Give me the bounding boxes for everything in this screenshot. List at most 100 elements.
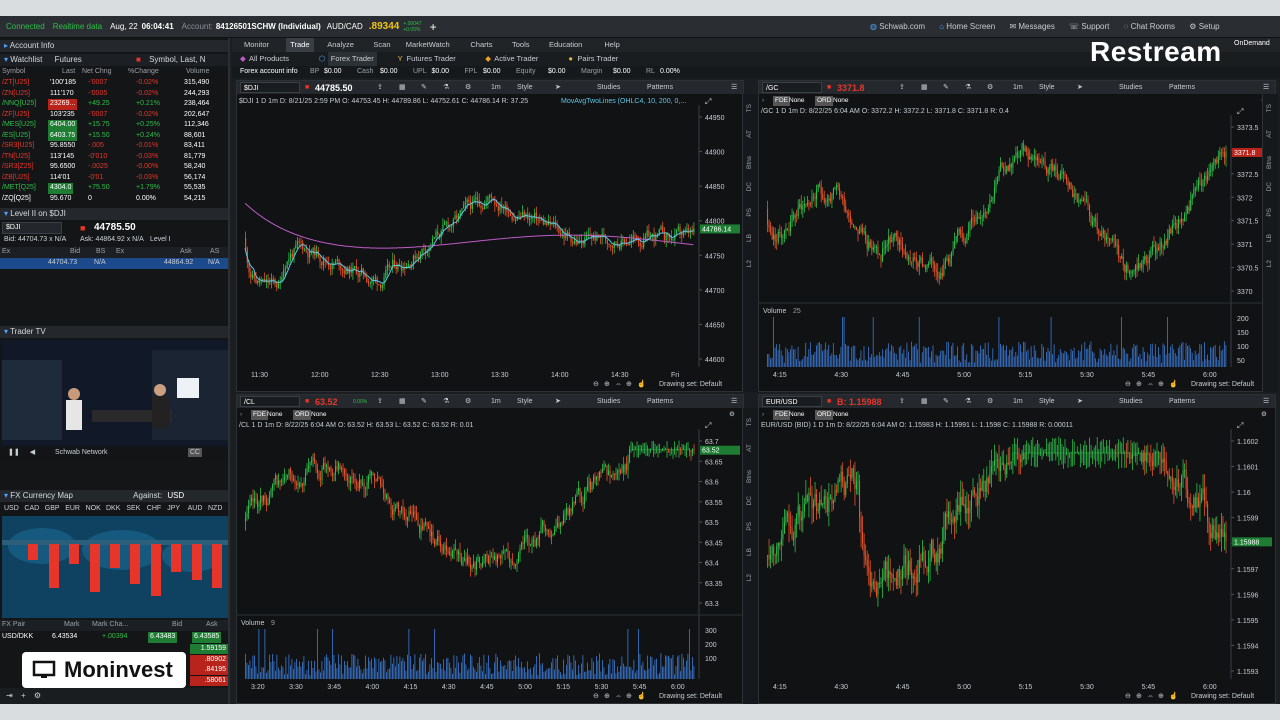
chart-canvas[interactable]: 63.763.6563.663.5563.563.4563.463.3563.3… — [237, 395, 743, 703]
wl-symbol[interactable]: /ZQ[Q25] — [2, 194, 31, 205]
watchlist-row[interactable]: /ZB[U25] 114'01 -0'01 -0.03% 56,174 — [0, 173, 228, 184]
side-tab[interactable]: LB — [1266, 234, 1273, 242]
side-tab[interactable]: PS — [1266, 208, 1273, 217]
tab-trade[interactable]: Trade — [286, 38, 314, 52]
wl-symbol[interactable]: /SR3[U25] — [2, 141, 34, 152]
wl-symbol[interactable]: /ES[U25] — [2, 131, 30, 142]
currency-label[interactable]: USD — [4, 504, 19, 515]
currency-label[interactable]: CHF — [147, 504, 161, 515]
chart-pane-gc[interactable]: /GC ■ 3371.8 ⇪ ▦ ✎ ⚗ ⚙ 1m Style ➤ Studies Patterns ☰ ›… — [758, 80, 1276, 392]
tab-help[interactable]: Help — [600, 38, 623, 52]
side-tab[interactable]: DC — [1266, 182, 1273, 191]
side-tab[interactable]: Btns — [1266, 156, 1273, 169]
pointer-icon[interactable]: ☝ — [1169, 691, 1178, 703]
pointer-icon[interactable]: ☝ — [637, 691, 646, 703]
sub-tab[interactable]: All Products — [249, 52, 289, 66]
ondemand-label[interactable]: OnDemand — [1234, 40, 1270, 47]
zoom-in-icon[interactable]: ⊕ — [604, 691, 610, 703]
chart-canvas[interactable]: 4495044900448504480044750447004465044600… — [237, 81, 743, 391]
crosshair-icon[interactable]: ⊕ — [626, 691, 632, 703]
fx-row[interactable]: USD/DKK 6.43534 +.00394 6.43483 6.43585 — [0, 632, 228, 643]
add-icon[interactable]: + — [430, 20, 437, 34]
side-tab[interactable]: Btns — [746, 156, 753, 169]
side-tab[interactable]: Btns — [746, 470, 753, 483]
side-tab[interactable]: AT — [746, 444, 753, 452]
chart-pane-eur[interactable]: EUR/USD ■ B: 1.15988 ⇪ ▦ ✎ ⚗ ⚙ 1m Style ➤ Studies Pa… — [758, 394, 1276, 704]
wl-symbol[interactable]: /TN[U25] — [2, 152, 30, 163]
link-support[interactable]: Support — [1081, 22, 1109, 31]
crosshair-icon[interactable]: ⊕ — [626, 379, 632, 391]
link-schwab[interactable]: Schwab.com — [879, 22, 925, 31]
symbol-search[interactable]: Symbol, Last, N — [149, 55, 205, 64]
wl-symbol[interactable]: /MET[Q25] — [2, 183, 36, 194]
zoom-out-icon[interactable]: ⊖ — [1125, 379, 1131, 391]
account-info-header[interactable]: ▸ Account Info — [0, 40, 228, 52]
side-tab[interactable]: LB — [746, 548, 753, 556]
side-tab[interactable]: TS — [746, 104, 753, 112]
tab-marketwatch[interactable]: MarketWatch — [402, 38, 454, 52]
zoom-out-icon[interactable]: ⊖ — [593, 379, 599, 391]
expand-chart-icon[interactable]: ⤢ — [705, 97, 711, 107]
currency-label[interactable]: GBP — [45, 504, 60, 515]
watchlist-name[interactable]: Futures — [55, 55, 82, 64]
watchlist-row[interactable]: /ZF[U25] 103'235 -'0007 -0.02% 202,647 — [0, 110, 228, 121]
zoom-out-icon[interactable]: ⊖ — [593, 691, 599, 703]
zoom-in-icon[interactable]: ⊕ — [604, 379, 610, 391]
drawing-set[interactable]: Drawing set: Default — [659, 379, 722, 391]
crosshair-icon[interactable]: ⊕ — [1158, 691, 1164, 703]
currency-label[interactable]: CAD — [24, 504, 39, 515]
wl-symbol[interactable]: /MES[U25] — [2, 120, 36, 131]
link-home-screen[interactable]: Home Screen — [946, 22, 995, 31]
trader-tv-header[interactable]: ▾ Trader TV — [0, 326, 228, 338]
side-tab[interactable]: L2 — [1266, 260, 1273, 267]
link-setup[interactable]: Setup — [1199, 22, 1220, 31]
watchlist-row[interactable]: /NNQ[U25] 23269... +49.25 +0.21% 238,464 — [0, 99, 228, 110]
watchlist-row[interactable]: /SR3[Z25] 95.6500 -.0025 -0.00% 58,240 — [0, 162, 228, 173]
chart-pane-cl[interactable]: /CL ■ 63.52 0.00% ⇪ ▦ ✎ ⚗ ⚙ 1m Style ➤ Studies Patter… — [236, 394, 744, 704]
watchlist-row[interactable]: /TN[U25] 113'145 -0'010 -0.03% 81,779 — [0, 152, 228, 163]
watchlist-row[interactable]: /ZN[U25] 111'170 -'0005 -0.02% 244,293 — [0, 89, 228, 100]
watchlist-row[interactable]: /MET[Q25] 4304.0 +75.50 +1.79% 55,535 — [0, 183, 228, 194]
side-tab[interactable]: L2 — [746, 574, 753, 581]
tab-analyze[interactable]: Analyze — [323, 38, 358, 52]
add-gadget-icon[interactable]: + — [21, 691, 26, 700]
chart-pane-dji[interactable]: $DJI ■ 44785.50 ⇪ ▦ ✎ ⚗ ⚙ 1m Style ➤ Studies Pattern… — [236, 80, 744, 392]
sub-tab[interactable]: Futures Trader — [407, 52, 456, 66]
level2-header[interactable]: ▾ Level II on $DJI — [0, 208, 228, 220]
wl-symbol[interactable]: /ZB[U25] — [2, 173, 30, 184]
expand-chart-icon[interactable]: ⤢ — [705, 421, 711, 431]
currency-label[interactable]: DKK — [106, 504, 120, 515]
link-chat-rooms[interactable]: Chat Rooms — [1131, 22, 1175, 31]
currency-label[interactable]: AUD — [188, 504, 203, 515]
crosshair-icon[interactable]: ⊕ — [1158, 379, 1164, 391]
pair-symbol[interactable]: AUD/CAD — [327, 22, 363, 31]
drawing-set[interactable]: Drawing set: Default — [1191, 379, 1254, 391]
side-tab[interactable]: TS — [746, 418, 753, 426]
pointer-icon[interactable]: ☝ — [1169, 379, 1178, 391]
wl-symbol[interactable]: /ZN[U25] — [2, 89, 30, 100]
side-tab[interactable]: L2 — [746, 260, 753, 267]
cc-button[interactable]: CC — [187, 448, 202, 457]
tab-scan[interactable]: Scan — [369, 38, 394, 52]
zoom-in-icon[interactable]: ⊕ — [1136, 691, 1142, 703]
side-tab[interactable]: TS — [1266, 104, 1273, 112]
side-tab[interactable]: DC — [746, 496, 753, 505]
chart-canvas[interactable]: 1.16021.16011.161.15991.15981.15971.1596… — [759, 395, 1275, 703]
pointer-icon[interactable]: ☝ — [637, 379, 646, 391]
zoom-in-icon[interactable]: ⊕ — [1136, 379, 1142, 391]
pan-icon[interactable]: ⇔ — [1147, 379, 1154, 391]
side-tab[interactable]: PS — [746, 208, 753, 217]
watchlist-row[interactable]: /ZT[U25] '100'185 -'0007 -0.02% 315,490 — [0, 78, 228, 89]
against-select[interactable]: USD — [167, 491, 184, 500]
pan-icon[interactable]: ⇔ — [1147, 691, 1154, 703]
currency-label[interactable]: SEK — [126, 504, 140, 515]
trader-tv-video[interactable]: ❚❚ ◀ Schwab Network CC — [2, 340, 228, 460]
sub-tab[interactable]: Pairs Trader — [577, 52, 618, 66]
expand-chart-icon[interactable]: ⤢ — [1237, 421, 1243, 431]
currency-label[interactable]: JPY — [167, 504, 180, 515]
l2-symbol-input[interactable]: $DJI — [2, 222, 62, 234]
drawing-set[interactable]: Drawing set: Default — [1191, 691, 1254, 703]
wl-symbol[interactable]: /ZT[U25] — [2, 78, 29, 89]
pan-icon[interactable]: ⇔ — [615, 691, 622, 703]
watchlist-row[interactable]: /MES[U25] 6404.00 +15.75 +0.25% 112,346 — [0, 120, 228, 131]
